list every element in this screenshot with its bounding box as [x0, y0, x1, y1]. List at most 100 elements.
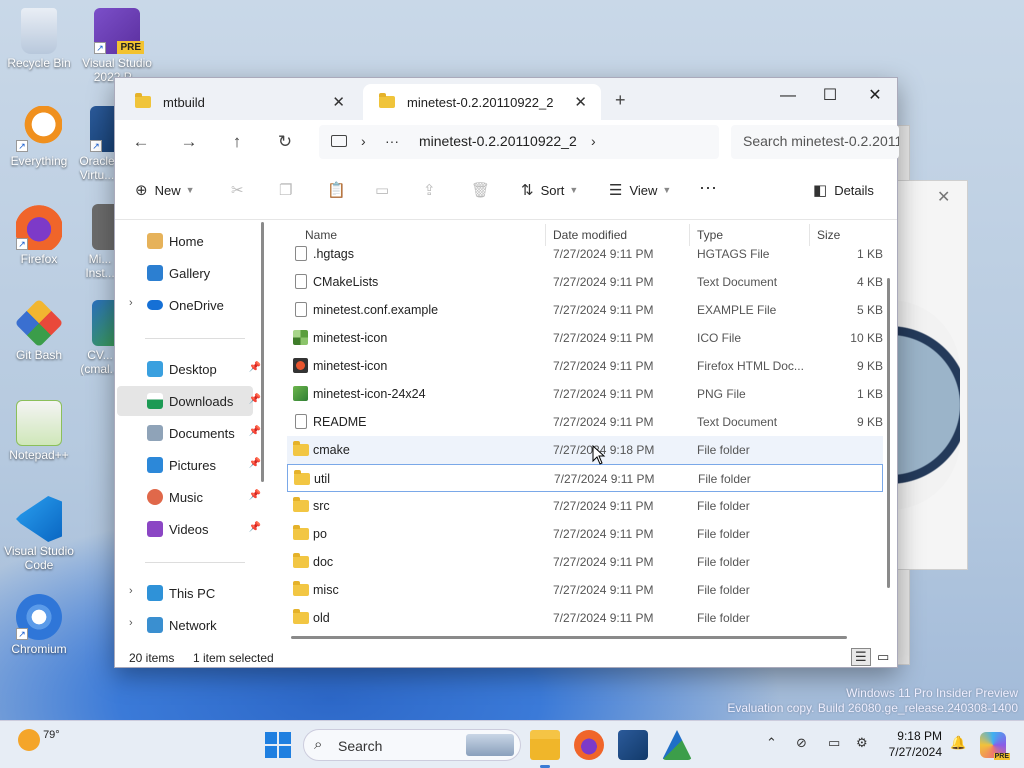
taskbar-cmake[interactable]: [662, 730, 692, 760]
nav-item-this-pc[interactable]: › This PC: [117, 578, 253, 608]
desktop-icon-everything[interactable]: ↗ Everything: [0, 106, 78, 168]
file-name: CMakeLists: [313, 275, 379, 289]
new-tab-button[interactable]: +: [615, 90, 626, 111]
desktop-icon-firefox[interactable]: ↗ Firefox: [0, 204, 78, 266]
pin-icon: 📌: [248, 362, 261, 373]
desktop-icon-git-bash[interactable]: Git Bash: [0, 298, 78, 362]
nav-item-onedrive[interactable]: › OneDrive: [117, 290, 253, 320]
shortcut-arrow-icon: ↗: [16, 628, 28, 640]
show-hidden-icons-chevron[interactable]: ⌃: [766, 735, 777, 751]
close-tab-icon[interactable]: ✕: [574, 93, 587, 111]
up-arrow-icon[interactable]: ↑: [223, 130, 251, 154]
folder-row[interactable]: doc 7/27/2024 9:11 PM File folder: [287, 548, 883, 576]
share-button[interactable]: ⇪: [423, 181, 443, 199]
clock-time: 9:18 PM: [897, 729, 942, 743]
nav-item-music[interactable]: Music 📌: [117, 482, 261, 512]
tab-mtbuild[interactable]: mtbuild ✕: [119, 84, 359, 120]
nav-item-network[interactable]: › Network: [117, 610, 253, 640]
taskbar-firefox[interactable]: [574, 730, 604, 760]
search-input[interactable]: Search minetest-0.2.2011: [731, 125, 899, 159]
nav-item-pictures[interactable]: Pictures 📌: [117, 450, 261, 480]
file-row[interactable]: .hgtags 7/27/2024 9:11 PM HGTAGS File 1 KB: [287, 240, 883, 268]
nav-item-gallery[interactable]: Gallery: [117, 258, 253, 288]
chevron-right-icon[interactable]: ›: [129, 585, 133, 597]
chevron-right-icon[interactable]: ›: [361, 133, 366, 149]
close-icon[interactable]: ✕: [937, 187, 950, 207]
chevron-right-icon[interactable]: ›: [129, 297, 133, 309]
desktop-icon-chromium[interactable]: ↗ Chromium: [0, 594, 78, 656]
display-icon[interactable]: ▭: [828, 735, 840, 751]
desktop-icon-vscode[interactable]: Visual Studio Code: [0, 496, 78, 572]
details-view-button[interactable]: ☰: [851, 648, 871, 666]
more-options-button[interactable]: ···: [699, 177, 717, 198]
file-list-horizontal-scrollbar[interactable]: [291, 636, 847, 639]
file-type: ICO File: [697, 331, 742, 345]
file-name: old: [313, 611, 330, 625]
file-row[interactable]: minetest.conf.example 7/27/2024 9:11 PM EX…: [287, 296, 883, 324]
details-pane-button[interactable]: ◧ Details: [813, 181, 874, 199]
file-row[interactable]: minetest-icon 7/27/2024 9:11 PM Firefox HT…: [287, 352, 883, 380]
chevron-right-icon[interactable]: ›: [129, 617, 133, 629]
watermark-line-1: Windows 11 Pro Insider Preview: [846, 686, 1018, 700]
rename-button[interactable]: ▭: [375, 181, 396, 199]
delete-button[interactable]: 🗑: [471, 181, 497, 199]
cut-button[interactable]: ✂: [231, 181, 251, 199]
paste-button[interactable]: 📋: [327, 181, 353, 199]
view-button[interactable]: ☰ View ▼: [609, 181, 671, 199]
tab-minetest[interactable]: minetest-0.2.20110922_2 ✕: [363, 84, 601, 120]
close-tab-icon[interactable]: ✕: [332, 93, 345, 111]
nav-pane-scrollbar[interactable]: [261, 222, 264, 482]
desktop-icon-label: Everything: [10, 154, 68, 168]
network-disconnected-icon[interactable]: ⊘: [796, 735, 807, 751]
file-type: File folder: [697, 443, 750, 457]
folder-row[interactable]: po 7/27/2024 9:11 PM File folder: [287, 520, 883, 548]
taskbar-file-explorer[interactable]: [530, 730, 560, 760]
sort-button[interactable]: ⇅ Sort ▼: [521, 181, 578, 199]
nav-item-label: Network: [169, 617, 217, 633]
accessibility-icon[interactable]: ⚙: [856, 735, 868, 751]
minimize-button[interactable]: —: [765, 82, 811, 110]
nav-item-downloads[interactable]: Downloads 📌: [117, 386, 261, 416]
refresh-icon[interactable]: ↻: [271, 130, 299, 154]
file-row[interactable]: README 7/27/2024 9:11 PM Text Document 9 KB: [287, 408, 883, 436]
breadcrumb-current-folder[interactable]: minetest-0.2.20110922_2: [419, 133, 577, 149]
nav-item-documents[interactable]: Documents 📌: [117, 418, 261, 448]
nav-item-home[interactable]: Home: [117, 226, 253, 256]
file-row[interactable]: minetest-icon 7/27/2024 9:11 PM ICO File 10…: [287, 324, 883, 352]
back-arrow-icon[interactable]: ←: [127, 130, 155, 154]
folder-row[interactable]: old 7/27/2024 9:11 PM File folder: [287, 604, 883, 632]
notification-bell-icon[interactable]: 🔔: [950, 735, 966, 751]
copy-button[interactable]: ❐: [279, 181, 299, 199]
nav-item-videos[interactable]: Videos 📌: [117, 514, 261, 544]
breadcrumb[interactable]: › ··· minetest-0.2.20110922_2 ›: [319, 125, 719, 159]
start-button[interactable]: [263, 730, 293, 760]
folder-row[interactable]: util 7/27/2024 9:11 PM File folder: [287, 464, 883, 492]
folder-row[interactable]: cmake 7/27/2024 9:18 PM File folder: [287, 436, 883, 464]
file-size: 9 KB: [856, 359, 883, 373]
file-row[interactable]: CMakeLists 7/27/2024 9:11 PM Text Document…: [287, 268, 883, 296]
breadcrumb-overflow[interactable]: ···: [385, 133, 399, 149]
file-row[interactable]: minetest-icon-24x24 7/27/2024 9:11 PM PNG …: [287, 380, 883, 408]
this-pc-icon: [147, 585, 163, 601]
weather-widget[interactable]: 79°: [18, 729, 60, 751]
file-list-vertical-scrollbar[interactable]: [887, 278, 890, 588]
network-icon: [147, 617, 163, 633]
copilot-icon[interactable]: PRE: [980, 732, 1010, 760]
new-button[interactable]: ⊕ New ▼: [135, 181, 195, 199]
taskbar-search[interactable]: ⌕ Search: [303, 729, 521, 761]
tiles-view-button[interactable]: ▭: [873, 648, 893, 666]
desktop-icon-visual-studio[interactable]: PRE ↗ Visual Studio 2022 P...: [78, 8, 156, 84]
desktop-icon-notepadpp[interactable]: Notepad++: [0, 400, 78, 462]
desktop-icon-recycle-bin[interactable]: Recycle Bin: [0, 8, 78, 70]
folder-row[interactable]: misc 7/27/2024 9:11 PM File folder: [287, 576, 883, 604]
document-icon: [295, 414, 307, 429]
copilot-pre-badge: PRE: [993, 753, 1010, 760]
nav-item-desktop[interactable]: Desktop 📌: [117, 354, 261, 384]
folder-row[interactable]: src 7/27/2024 9:11 PM File folder: [287, 492, 883, 520]
taskbar-clock[interactable]: 9:18 PM 7/27/2024: [882, 728, 942, 760]
forward-arrow-icon[interactable]: →: [175, 130, 203, 154]
maximize-button[interactable]: ☐: [807, 82, 853, 110]
close-window-button[interactable]: ✕: [852, 82, 898, 110]
chevron-right-icon[interactable]: ›: [591, 133, 596, 149]
taskbar-virtualbox[interactable]: [618, 730, 648, 760]
